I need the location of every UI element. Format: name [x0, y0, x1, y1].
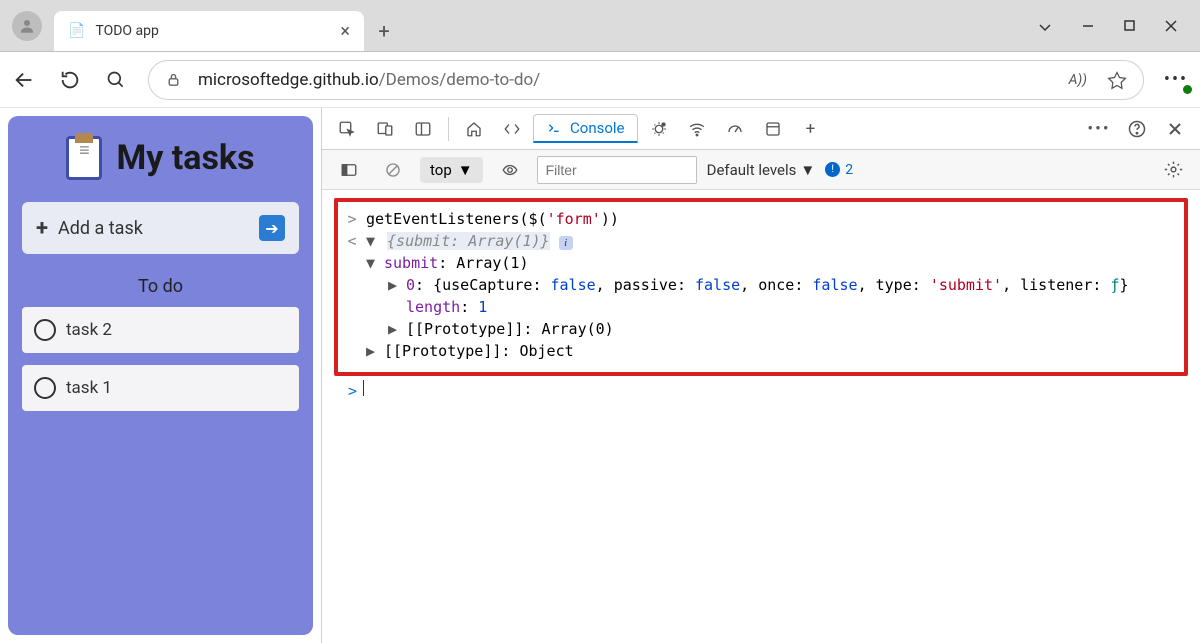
console-prompt[interactable]: >: [334, 376, 1188, 402]
issue-badge-icon: !: [825, 162, 840, 177]
add-task-label: Add a task: [58, 218, 249, 239]
maximize-button[interactable]: [1123, 19, 1136, 35]
array-item[interactable]: 0: {useCapture: false, passive: false, o…: [406, 274, 1129, 296]
property-key: submit: [384, 254, 438, 272]
devtools-tabbar: Console + •••: [322, 108, 1200, 150]
task-name: task 1: [66, 378, 112, 398]
browser-tab[interactable]: 📄 TODO app ×: [54, 11, 364, 51]
task-checkbox[interactable]: [34, 377, 56, 399]
prototype-label: [[Prototype]]: [384, 342, 501, 360]
todo-app-panel: My tasks + Add a task ➔ To do task 2 tas…: [8, 116, 313, 635]
chevron-down-icon[interactable]: [1037, 19, 1053, 35]
log-levels-selector[interactable]: Default levels ▼: [707, 161, 816, 179]
browser-toolbar: microsoftedge.github.io/Demos/demo-to-do…: [0, 52, 1200, 108]
chevron-down-icon: ▼: [800, 161, 815, 179]
text-cursor: [363, 380, 364, 396]
refresh-button[interactable]: [56, 66, 84, 94]
lock-icon: [165, 71, 182, 88]
url-path: /Demos/demo-to-do/: [379, 70, 541, 90]
task-name: task 2: [66, 320, 112, 340]
help-icon[interactable]: [1120, 112, 1154, 146]
add-task-input[interactable]: + Add a task ➔: [22, 202, 299, 254]
tab-close-icon[interactable]: ×: [340, 21, 350, 42]
url-host: microsoftedge.github.io: [198, 70, 379, 90]
issues-count: 2: [845, 162, 853, 178]
console-input-expression: getEventListeners($('form')): [366, 208, 619, 230]
prototype-label: [[Prototype]]: [406, 320, 523, 338]
devtools-panel: Console + •••: [321, 108, 1200, 643]
levels-label: Default levels: [707, 161, 797, 179]
expand-toggle-icon[interactable]: ▶: [366, 340, 378, 362]
context-selector[interactable]: top ▼: [420, 157, 483, 183]
new-tab-button[interactable]: +: [364, 11, 404, 51]
welcome-tab-icon[interactable]: [457, 112, 491, 146]
devtools-more-icon[interactable]: •••: [1082, 112, 1116, 146]
expand-toggle-icon[interactable]: ▶: [388, 318, 400, 340]
devtools-close-icon[interactable]: [1158, 112, 1192, 146]
application-tab-icon[interactable]: [756, 112, 790, 146]
app-title: My tasks: [116, 138, 254, 178]
console-tab-label: Console: [570, 119, 625, 137]
search-button[interactable]: [102, 66, 130, 94]
console-settings-icon[interactable]: [1156, 153, 1190, 187]
object-summary: {submit: Array(1)}: [387, 232, 550, 250]
sources-tab-icon[interactable]: [642, 112, 676, 146]
property-key: length: [406, 298, 460, 316]
clear-console-icon[interactable]: [376, 153, 410, 187]
expand-toggle-icon[interactable]: ▼: [366, 230, 378, 252]
browser-titlebar: 📄 TODO app × +: [0, 0, 1200, 52]
task-checkbox[interactable]: [34, 319, 56, 341]
inspect-element-icon[interactable]: [330, 112, 364, 146]
dock-side-icon[interactable]: [406, 112, 440, 146]
highlighted-region: > getEventListeners($('form')) < ▼ {subm…: [334, 198, 1188, 376]
console-filter-input[interactable]: [537, 156, 697, 184]
issues-indicator[interactable]: ! 2: [825, 162, 853, 178]
task-item[interactable]: task 2: [22, 307, 299, 353]
input-chevron-icon: >: [344, 208, 360, 230]
back-button[interactable]: [10, 66, 38, 94]
minimize-button[interactable]: [1081, 19, 1095, 35]
content-area: My tasks + Add a task ➔ To do task 2 tas…: [0, 108, 1200, 643]
chevron-down-icon: ▼: [458, 161, 473, 179]
expand-toggle-icon[interactable]: ▼: [366, 252, 378, 274]
console-toolbar: top ▼ Default levels ▼ ! 2: [322, 150, 1200, 190]
elements-tab-icon[interactable]: [495, 112, 529, 146]
info-icon[interactable]: i: [559, 236, 573, 250]
performance-tab-icon[interactable]: [718, 112, 752, 146]
add-tab-button[interactable]: +: [794, 112, 828, 146]
window-controls: [1037, 19, 1200, 51]
tab-title: TODO app: [95, 23, 330, 39]
todo-section-label: To do: [22, 276, 299, 297]
live-expression-icon[interactable]: [493, 153, 527, 187]
output-chevron-icon: <: [344, 230, 360, 252]
address-bar[interactable]: microsoftedge.github.io/Demos/demo-to-do…: [148, 60, 1144, 100]
favorite-icon[interactable]: [1107, 70, 1127, 90]
device-toggle-icon[interactable]: [368, 112, 402, 146]
clipboard-icon: [66, 136, 102, 180]
console-tab[interactable]: Console: [533, 114, 638, 143]
more-menu-button[interactable]: •••: [1162, 66, 1190, 94]
plus-icon: +: [36, 216, 48, 241]
tab-favicon: 📄: [68, 23, 85, 39]
read-aloud-icon[interactable]: A)): [1069, 72, 1087, 88]
toggle-sidebar-icon[interactable]: [332, 153, 366, 187]
profile-avatar[interactable]: [12, 11, 42, 41]
console-output[interactable]: > getEventListeners($('form')) < ▼ {subm…: [322, 190, 1200, 643]
network-tab-icon[interactable]: [680, 112, 714, 146]
task-item[interactable]: task 1: [22, 365, 299, 411]
expand-toggle-icon[interactable]: ▶: [388, 274, 400, 296]
submit-task-button[interactable]: ➔: [259, 215, 285, 241]
close-window-button[interactable]: [1164, 19, 1178, 35]
context-label: top: [430, 161, 452, 179]
input-chevron-icon: >: [348, 380, 357, 402]
